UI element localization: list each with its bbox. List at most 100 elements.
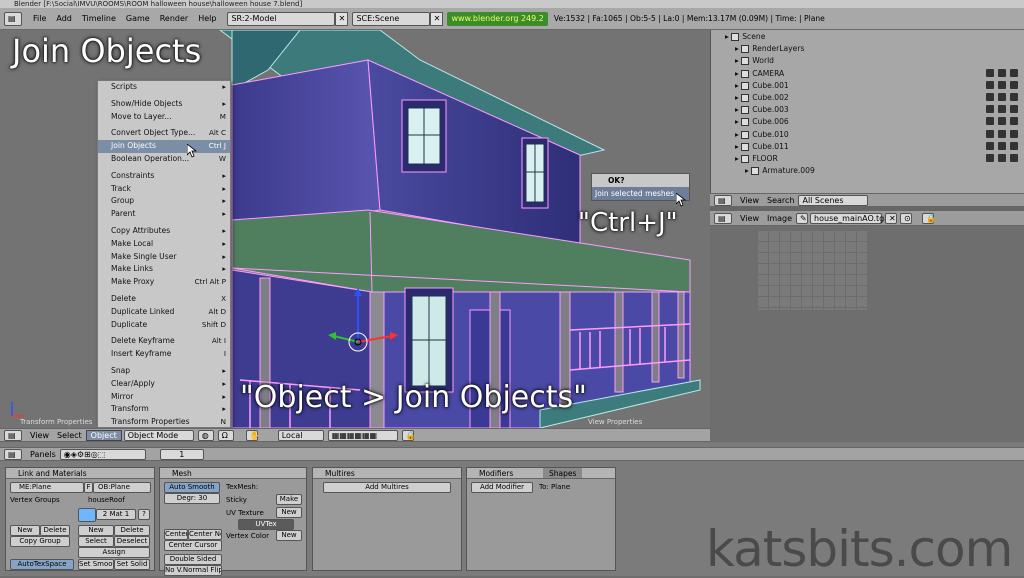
menu-item-snap[interactable]: Snap ▸ — [98, 365, 230, 378]
double-sided-toggle[interactable]: Double Sided — [164, 554, 222, 565]
editor-type-icon[interactable]: ▤ — [714, 212, 732, 224]
layer-buttons[interactable]: ▦▦▦▦▦▦ — [327, 429, 398, 441]
menu-item-constraints[interactable]: Constraints ▸ — [98, 170, 230, 183]
arrow-icon[interactable] — [998, 141, 1006, 150]
panels-menu[interactable]: Panels — [26, 450, 60, 459]
image-pin-icon[interactable]: ⊙ — [900, 212, 913, 224]
outliner-search-menu[interactable]: Search — [763, 196, 798, 205]
arrow-icon[interactable] — [998, 105, 1006, 114]
image-menu[interactable]: Image — [763, 214, 796, 223]
mode-select[interactable]: Object Mode — [123, 429, 194, 441]
blender-url[interactable]: www.blender.org 249.2 — [447, 11, 548, 26]
menu-item-duplicate[interactable]: Duplicate Shift D — [98, 319, 230, 332]
outliner-row[interactable]: ▸ Cube.003 — [711, 104, 1024, 116]
visibility-toggles[interactable] — [986, 80, 1018, 91]
visibility-toggles[interactable] — [986, 117, 1018, 127]
outliner-row[interactable]: ▸ Armature.009 — [711, 165, 1024, 177]
menu-item-transform-properties[interactable]: Transform Properties N — [98, 416, 230, 429]
outliner-view-menu[interactable]: View — [736, 196, 763, 205]
outliner[interactable]: ▸ Scene ▸ RenderLayers ▸ World ▸ CAMERA ▸ Cu… — [710, 30, 1024, 193]
menu-item-join-objects[interactable]: Join Objects Ctrl J — [98, 140, 230, 153]
join-selected-meshes-option[interactable]: Join selected meshes — [592, 187, 689, 200]
render-icon[interactable] — [1010, 117, 1018, 126]
menu-item-mirror[interactable]: Mirror ▸ — [98, 391, 230, 404]
menu-item-make-links[interactable]: Make Links ▸ — [98, 263, 230, 276]
editor-type-icon[interactable]: ▤ — [4, 448, 22, 460]
image-file-field[interactable]: house_mainAO.tga — [810, 212, 889, 224]
material-assign-button[interactable]: Assign — [78, 547, 150, 558]
material-deselect-button[interactable]: Deselect — [114, 536, 150, 547]
menu-item-move-to-layer[interactable]: Move to Layer... M — [98, 111, 230, 124]
lock-icon[interactable]: 🔒 — [401, 429, 416, 441]
arrow-icon[interactable] — [998, 68, 1006, 77]
autotexspace-toggle[interactable]: AutoTexSpace — [10, 559, 74, 570]
menu-item-delete-keyframe[interactable]: Delete Keyframe Alt I — [98, 335, 230, 348]
material-delete-button[interactable]: Delete — [114, 525, 150, 536]
visibility-toggles[interactable] — [986, 68, 1018, 79]
top-menu-render[interactable]: Render — [155, 14, 193, 23]
add-multires-button[interactable]: Add Multires — [323, 482, 451, 493]
vgroup-delete-button[interactable]: Delete — [40, 525, 70, 536]
material-new-button[interactable]: New — [78, 525, 114, 536]
frame-field[interactable]: 1 — [159, 448, 204, 460]
render-icon[interactable] — [1010, 129, 1018, 138]
outliner-row[interactable]: ▸ World — [711, 55, 1024, 67]
material-help-button[interactable]: ? — [138, 509, 150, 520]
hand-icon[interactable]: ✋ — [245, 429, 260, 441]
outliner-row[interactable]: ▸ RenderLayers — [711, 43, 1024, 55]
close-scene-icon[interactable]: ✕ — [430, 11, 444, 26]
eye-icon[interactable] — [986, 117, 994, 126]
no-vnormal-flip-toggle[interactable]: No V.Normal Flip — [164, 565, 222, 576]
menu-item-make-single-user[interactable]: Make Single User ▸ — [98, 251, 230, 264]
arrow-icon[interactable] — [998, 92, 1006, 101]
render-icon[interactable] — [1010, 92, 1018, 101]
outliner-row[interactable]: ▸ Scene — [711, 31, 1024, 43]
outliner-filter-select[interactable]: All Scenes — [798, 194, 869, 206]
menu-item-make-proxy[interactable]: Make Proxy Ctrl Alt P — [98, 276, 230, 289]
menu-item-show-hide-objects[interactable]: Show/Hide Objects ▸ — [98, 98, 230, 111]
pivot-icon[interactable]: Ω — [217, 429, 234, 441]
outliner-row[interactable]: ▸ FLOOR — [711, 153, 1024, 165]
add-modifier-button[interactable]: Add Modifier — [471, 482, 533, 493]
material-index-field[interactable]: 2 Mat 1 — [96, 509, 136, 520]
menu-item-delete[interactable]: Delete X — [98, 293, 230, 306]
menu-item-convert-object-type[interactable]: Convert Object Type... Alt C — [98, 127, 230, 140]
menu-item-transform[interactable]: Transform ▸ — [98, 403, 230, 416]
material-color-swatch[interactable] — [78, 508, 96, 522]
context-icons[interactable]: ◉◈⚙⊞◎⬚ — [59, 448, 146, 460]
transform-orientation-select[interactable]: Local — [277, 429, 324, 441]
auto-smooth-toggle[interactable]: Auto Smooth — [164, 482, 220, 493]
editor-type-icon[interactable]: ▤ — [714, 194, 732, 206]
eye-icon[interactable] — [986, 153, 994, 162]
menu-item-track[interactable]: Track ▸ — [98, 183, 230, 196]
eye-icon[interactable] — [986, 141, 994, 150]
eye-icon[interactable] — [986, 92, 994, 101]
menu-item-clear-apply[interactable]: Clear/Apply ▸ — [98, 378, 230, 391]
tab-shapes[interactable]: Shapes — [543, 468, 583, 478]
set-solid-button[interactable]: Set Solid — [114, 559, 150, 570]
arrow-icon[interactable] — [998, 80, 1006, 89]
center-cursor-button[interactable]: Center Cursor — [164, 540, 222, 551]
render-icon[interactable] — [1010, 105, 1018, 114]
uv-new-button[interactable]: New — [276, 507, 302, 518]
image-close-icon[interactable]: ✕ — [885, 212, 898, 224]
mesh-name-field[interactable]: ME:Plane — [10, 482, 84, 493]
outliner-row[interactable]: ▸ CAMERA — [711, 68, 1024, 80]
editor-type-icon[interactable]: ▤ — [4, 429, 22, 441]
outliner-row[interactable]: ▸ Cube.011 — [711, 141, 1024, 153]
menu-item-make-local[interactable]: Make Local ▸ — [98, 238, 230, 251]
visibility-toggles[interactable] — [986, 141, 1018, 152]
arrow-icon[interactable] — [998, 117, 1006, 126]
object-name-field[interactable]: OB:Plane — [93, 482, 151, 493]
image-view-menu[interactable]: View — [736, 214, 763, 223]
top-menu-file[interactable]: File — [28, 14, 51, 23]
menu-item-insert-keyframe[interactable]: Insert Keyframe I — [98, 348, 230, 361]
center-new-button[interactable]: Center New — [188, 529, 222, 540]
tab-modifiers[interactable]: Modifiers — [467, 468, 543, 478]
visibility-toggles[interactable] — [986, 153, 1018, 164]
top-menu-timeline[interactable]: Timeline — [77, 14, 121, 23]
eye-icon[interactable] — [986, 68, 994, 77]
top-menu-help[interactable]: Help — [193, 14, 221, 23]
material-select-button[interactable]: Select — [78, 536, 114, 547]
set-smooth-button[interactable]: Set Smoot — [78, 559, 114, 570]
